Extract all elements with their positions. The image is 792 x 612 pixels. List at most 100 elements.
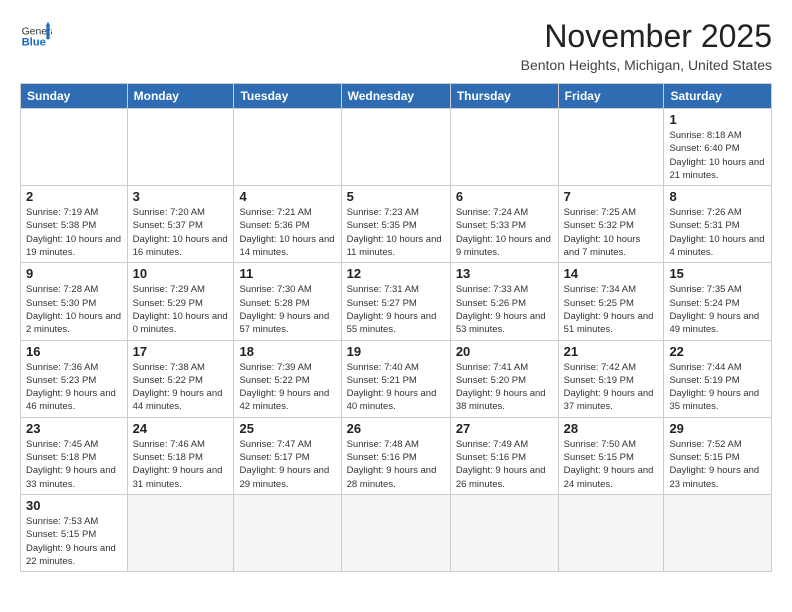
day-number: 28 — [564, 421, 659, 436]
table-row — [341, 109, 450, 186]
table-row — [21, 109, 128, 186]
table-row: 27 Sunrise: 7:49 AM Sunset: 5:16 PM Dayli… — [450, 417, 558, 494]
day-number: 26 — [347, 421, 445, 436]
day-info: Sunrise: 7:31 AM Sunset: 5:27 PM Dayligh… — [347, 283, 445, 336]
table-row: 12 Sunrise: 7:31 AM Sunset: 5:27 PM Dayli… — [341, 263, 450, 340]
day-number: 29 — [669, 421, 766, 436]
day-number: 20 — [456, 344, 553, 359]
table-row — [558, 109, 664, 186]
day-info: Sunrise: 7:52 AM Sunset: 5:15 PM Dayligh… — [669, 438, 766, 491]
table-row — [450, 109, 558, 186]
day-number: 21 — [564, 344, 659, 359]
table-row: 24 Sunrise: 7:46 AM Sunset: 5:18 PM Dayli… — [127, 417, 234, 494]
day-info: Sunrise: 7:24 AM Sunset: 5:33 PM Dayligh… — [456, 206, 553, 259]
day-number: 25 — [239, 421, 335, 436]
day-number: 2 — [26, 189, 122, 204]
day-number: 5 — [347, 189, 445, 204]
table-row: 4Sunrise: 7:21 AM Sunset: 5:36 PM Daylig… — [234, 186, 341, 263]
day-info: Sunrise: 7:47 AM Sunset: 5:17 PM Dayligh… — [239, 438, 335, 491]
table-row: 25 Sunrise: 7:47 AM Sunset: 5:17 PM Dayli… — [234, 417, 341, 494]
table-row: 17 Sunrise: 7:38 AM Sunset: 5:22 PM Dayli… — [127, 340, 234, 417]
table-row — [558, 494, 664, 571]
day-info: Sunrise: 7:33 AM Sunset: 5:26 PM Dayligh… — [456, 283, 553, 336]
header: General Blue November 2025 Benton Height… — [20, 18, 772, 73]
day-info: Sunrise: 7:30 AM Sunset: 5:28 PM Dayligh… — [239, 283, 335, 336]
day-info: Sunrise: 7:38 AM Sunset: 5:22 PM Dayligh… — [133, 361, 229, 414]
table-row: 26 Sunrise: 7:48 AM Sunset: 5:16 PM Dayli… — [341, 417, 450, 494]
day-number: 12 — [347, 266, 445, 281]
day-info: Sunrise: 7:50 AM Sunset: 5:15 PM Dayligh… — [564, 438, 659, 491]
day-info: Sunrise: 7:36 AM Sunset: 5:23 PM Dayligh… — [26, 361, 122, 414]
day-number: 8 — [669, 189, 766, 204]
table-row: 28 Sunrise: 7:50 AM Sunset: 5:15 PM Dayli… — [558, 417, 664, 494]
day-info: Sunrise: 7:34 AM Sunset: 5:25 PM Dayligh… — [564, 283, 659, 336]
day-number: 27 — [456, 421, 553, 436]
table-row: 30Sunrise: 7:53 AM Sunset: 5:15 PM Dayli… — [21, 494, 128, 571]
day-number: 24 — [133, 421, 229, 436]
day-number: 17 — [133, 344, 229, 359]
day-number: 14 — [564, 266, 659, 281]
day-number: 13 — [456, 266, 553, 281]
day-number: 11 — [239, 266, 335, 281]
table-row — [664, 494, 772, 571]
day-info: Sunrise: 7:44 AM Sunset: 5:19 PM Dayligh… — [669, 361, 766, 414]
table-row — [234, 109, 341, 186]
col-wednesday: Wednesday — [341, 84, 450, 109]
day-info: Sunrise: 7:25 AM Sunset: 5:32 PM Dayligh… — [564, 206, 659, 259]
location-title: Benton Heights, Michigan, United States — [521, 57, 772, 73]
table-row: 20Sunrise: 7:41 AM Sunset: 5:20 PM Dayli… — [450, 340, 558, 417]
month-title: November 2025 — [521, 18, 772, 55]
table-row: 15 Sunrise: 7:35 AM Sunset: 5:24 PM Dayli… — [664, 263, 772, 340]
day-info: Sunrise: 7:49 AM Sunset: 5:16 PM Dayligh… — [456, 438, 553, 491]
col-thursday: Thursday — [450, 84, 558, 109]
day-number: 3 — [133, 189, 229, 204]
col-sunday: Sunday — [21, 84, 128, 109]
table-row: 18Sunrise: 7:39 AM Sunset: 5:22 PM Dayli… — [234, 340, 341, 417]
table-row — [234, 494, 341, 571]
table-row: 23Sunrise: 7:45 AM Sunset: 5:18 PM Dayli… — [21, 417, 128, 494]
logo: General Blue — [20, 18, 52, 52]
day-info: Sunrise: 7:46 AM Sunset: 5:18 PM Dayligh… — [133, 438, 229, 491]
generalblue-icon: General Blue — [20, 20, 52, 52]
day-info: Sunrise: 8:18 AM Sunset: 6:40 PM Dayligh… — [669, 129, 766, 182]
day-number: 15 — [669, 266, 766, 281]
day-number: 16 — [26, 344, 122, 359]
day-info: Sunrise: 7:48 AM Sunset: 5:16 PM Dayligh… — [347, 438, 445, 491]
day-info: Sunrise: 7:29 AM Sunset: 5:29 PM Dayligh… — [133, 283, 229, 336]
table-row: 29 Sunrise: 7:52 AM Sunset: 5:15 PM Dayli… — [664, 417, 772, 494]
table-row — [127, 494, 234, 571]
table-row: 6 Sunrise: 7:24 AM Sunset: 5:33 PM Daylig… — [450, 186, 558, 263]
col-monday: Monday — [127, 84, 234, 109]
day-number: 1 — [669, 112, 766, 127]
day-number: 10 — [133, 266, 229, 281]
table-row: 11 Sunrise: 7:30 AM Sunset: 5:28 PM Dayli… — [234, 263, 341, 340]
table-row — [450, 494, 558, 571]
col-friday: Friday — [558, 84, 664, 109]
day-info: Sunrise: 7:23 AM Sunset: 5:35 PM Dayligh… — [347, 206, 445, 259]
day-info: Sunrise: 7:19 AM Sunset: 5:38 PM Dayligh… — [26, 206, 122, 259]
day-info: Sunrise: 7:42 AM Sunset: 5:19 PM Dayligh… — [564, 361, 659, 414]
table-row: 5 Sunrise: 7:23 AM Sunset: 5:35 PM Daylig… — [341, 186, 450, 263]
day-info: Sunrise: 7:40 AM Sunset: 5:21 PM Dayligh… — [347, 361, 445, 414]
svg-text:Blue: Blue — [22, 37, 46, 49]
table-row: 7 Sunrise: 7:25 AM Sunset: 5:32 PM Daylig… — [558, 186, 664, 263]
day-number: 22 — [669, 344, 766, 359]
page: General Blue November 2025 Benton Height… — [0, 0, 792, 612]
table-row — [341, 494, 450, 571]
table-row: 13 Sunrise: 7:33 AM Sunset: 5:26 PM Dayli… — [450, 263, 558, 340]
day-number: 19 — [347, 344, 445, 359]
col-tuesday: Tuesday — [234, 84, 341, 109]
table-row: 9Sunrise: 7:28 AM Sunset: 5:30 PM Daylig… — [21, 263, 128, 340]
day-number: 7 — [564, 189, 659, 204]
day-number: 23 — [26, 421, 122, 436]
day-info: Sunrise: 7:35 AM Sunset: 5:24 PM Dayligh… — [669, 283, 766, 336]
day-number: 18 — [239, 344, 335, 359]
table-row: 21 Sunrise: 7:42 AM Sunset: 5:19 PM Dayli… — [558, 340, 664, 417]
day-number: 30 — [26, 498, 122, 513]
table-row: 8Sunrise: 7:26 AM Sunset: 5:31 PM Daylig… — [664, 186, 772, 263]
day-number: 6 — [456, 189, 553, 204]
table-row — [127, 109, 234, 186]
table-row: 16 Sunrise: 7:36 AM Sunset: 5:23 PM Dayli… — [21, 340, 128, 417]
title-block: November 2025 Benton Heights, Michigan, … — [521, 18, 772, 73]
col-saturday: Saturday — [664, 84, 772, 109]
